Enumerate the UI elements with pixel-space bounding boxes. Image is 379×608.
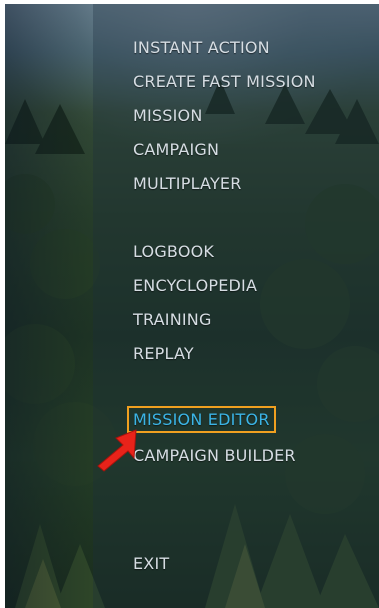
menu-item-mission-editor[interactable]: MISSION EDITOR	[127, 406, 276, 433]
menu-item-exit[interactable]: EXIT	[133, 554, 169, 573]
menu-item-create-fast-mission[interactable]: CREATE FAST MISSION	[133, 72, 316, 91]
menu-item-encyclopedia[interactable]: ENCYCLOPEDIA	[133, 276, 257, 295]
menu-item-campaign-builder[interactable]: CAMPAIGN BUILDER	[133, 446, 296, 465]
left-shade	[5, 4, 93, 608]
menu-panel	[93, 4, 379, 608]
menu-item-logbook[interactable]: LOGBOOK	[133, 242, 214, 261]
menu-item-instant-action[interactable]: INSTANT ACTION	[133, 38, 270, 57]
menu-item-campaign[interactable]: CAMPAIGN	[133, 140, 219, 159]
red-arrow-icon	[97, 429, 137, 472]
menu-item-replay[interactable]: REPLAY	[133, 344, 194, 363]
menu-item-training[interactable]: TRAINING	[133, 310, 212, 329]
main-menu-screen: INSTANT ACTION CREATE FAST MISSION MISSI…	[5, 4, 379, 608]
menu-item-multiplayer[interactable]: MULTIPLAYER	[133, 174, 242, 193]
menu-item-mission[interactable]: MISSION	[133, 106, 203, 125]
